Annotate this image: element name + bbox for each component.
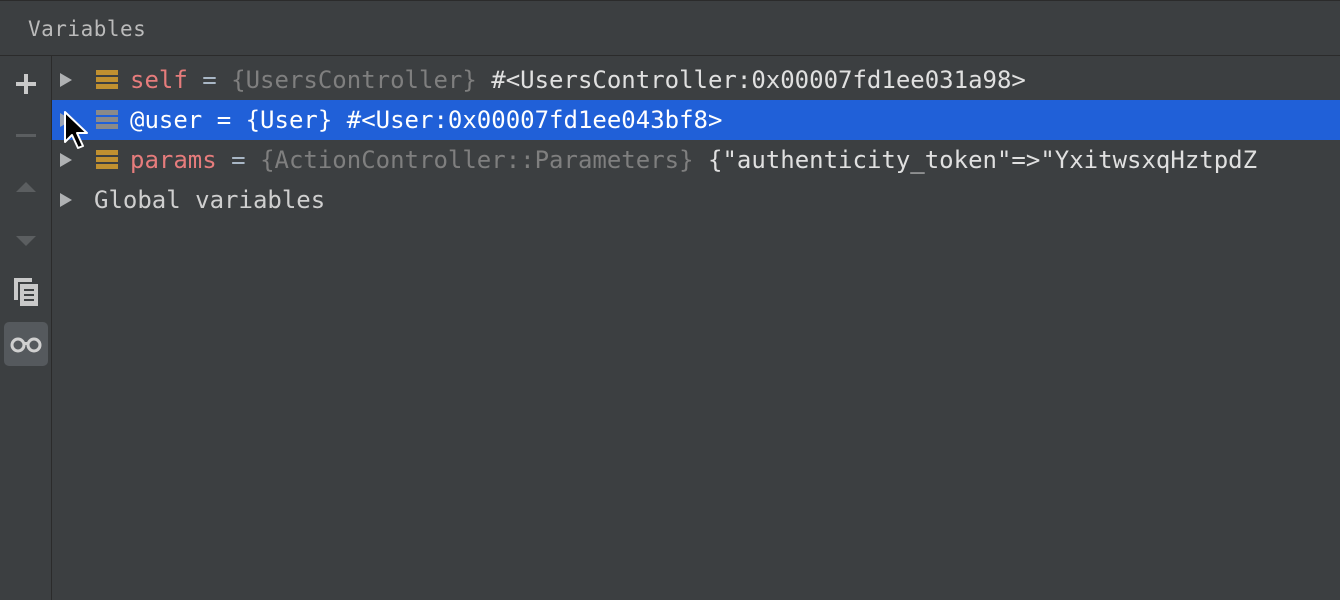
remove-icon	[16, 134, 36, 137]
variable-row-self[interactable]: self = {UsersController} #<UsersControll…	[52, 60, 1340, 100]
move-down-button[interactable]	[4, 218, 48, 262]
variable-name: self	[130, 66, 188, 94]
move-up-button[interactable]	[4, 166, 48, 210]
equals-sign: =	[216, 146, 261, 174]
expand-arrow-icon[interactable]	[58, 192, 74, 208]
variable-name: @user	[130, 106, 203, 134]
variable-value: #<User:0x00007fd1ee043bf8>	[332, 106, 723, 134]
variable-type: {UsersController}	[231, 66, 477, 94]
variable-type: {ActionController::Parameters}	[260, 146, 694, 174]
variable-text: @user = {User} #<User:0x00007fd1ee043bf8…	[130, 100, 722, 140]
show-watches-button[interactable]	[4, 322, 48, 366]
variables-tree: self = {UsersController} #<UsersControll…	[52, 56, 1340, 600]
variable-text: params = {ActionController::Parameters} …	[130, 140, 1257, 180]
variable-value: #<UsersController:0x00007fd1ee031a98>	[476, 66, 1026, 94]
panel-header: Variables	[0, 0, 1340, 56]
field-icon	[96, 150, 118, 169]
variable-name: params	[130, 146, 217, 174]
variable-text: self = {UsersController} #<UsersControll…	[130, 60, 1026, 100]
variable-row-params[interactable]: params = {ActionController::Parameters} …	[52, 140, 1340, 180]
expand-arrow-icon[interactable]	[58, 152, 74, 168]
copy-button[interactable]	[4, 270, 48, 314]
add-icon	[16, 74, 36, 94]
field-icon	[96, 70, 118, 89]
global-variables-group[interactable]: Global variables	[52, 180, 1340, 220]
glasses-icon	[10, 337, 42, 353]
variable-type: {User}	[245, 106, 333, 134]
add-watch-button[interactable]	[4, 62, 48, 106]
equals-sign: =	[187, 66, 232, 94]
panel-title: Variables	[28, 17, 147, 41]
variable-value: {"authenticity_token"=>"YxitwsxqHztpdZ	[693, 146, 1258, 174]
group-label: Global variables	[94, 186, 326, 214]
field-icon	[96, 110, 118, 129]
expand-arrow-icon[interactable]	[58, 72, 74, 88]
copy-icon	[14, 278, 38, 306]
mouse-cursor-icon	[64, 111, 88, 149]
variable-row-user[interactable]: @user = {User} #<User:0x00007fd1ee043bf8…	[52, 100, 1340, 140]
move-down-icon	[16, 236, 36, 246]
move-up-icon	[16, 182, 36, 192]
debugger-toolbar	[0, 56, 52, 600]
equals-sign: =	[202, 106, 246, 134]
remove-watch-button[interactable]	[4, 114, 48, 158]
